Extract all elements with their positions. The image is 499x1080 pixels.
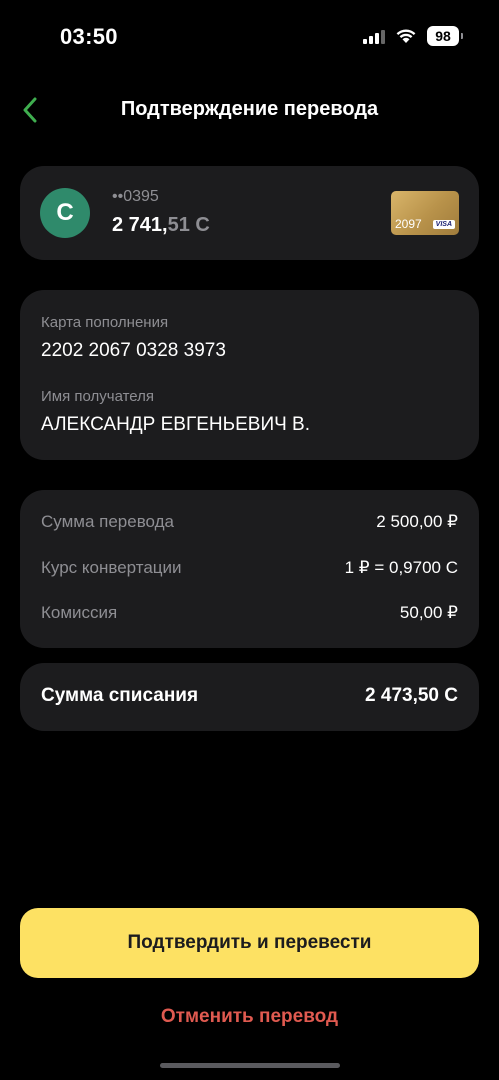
- detail-label: Сумма перевода: [41, 512, 175, 531]
- bank-card-thumbnail: 2097 VISA: [391, 191, 459, 235]
- source-account-card[interactable]: С ••0395 2 741,51 С 2097 VISA: [20, 166, 479, 260]
- status-icons: 98: [363, 26, 463, 46]
- detail-row-commission: Комиссия 50,00 ₽: [41, 603, 458, 623]
- visa-logo: VISA: [432, 220, 455, 229]
- recipient-card-number: 2202 2067 0328 3973: [41, 340, 226, 361]
- page-title: Подтверждение перевода: [120, 98, 379, 120]
- cellular-signal-icon: [363, 28, 385, 44]
- home-indicator: [160, 1063, 340, 1068]
- detail-value: 1 ₽ = 0,9700 С: [344, 558, 458, 577]
- recipient-name-label: Имя получателя: [41, 388, 155, 405]
- detail-value: 50,00 ₽: [399, 603, 458, 622]
- total-debit-card: Сумма списания 2 473,50 С: [20, 663, 479, 731]
- header: Подтверждение перевода: [0, 86, 499, 134]
- account-avatar: С: [40, 188, 90, 238]
- battery-indicator: 98: [427, 26, 463, 46]
- total-label: Сумма списания: [41, 685, 199, 706]
- status-bar: 03:50 98: [0, 0, 499, 74]
- detail-row-rate: Курс конвертации 1 ₽ = 0,9700 С: [41, 558, 458, 578]
- detail-value: 2 500,00 ₽: [376, 512, 458, 531]
- recipient-card: Карта пополнения 2202 2067 0328 3973 Имя…: [20, 290, 479, 460]
- balance-main: 2 741,: [112, 214, 168, 236]
- wifi-icon: [396, 29, 416, 43]
- detail-label: Комиссия: [41, 603, 118, 622]
- card-last-digits: 2097: [395, 217, 422, 231]
- recipient-card-label: Карта пополнения: [41, 314, 169, 331]
- cancel-transfer-button[interactable]: Отменить перевод: [0, 1006, 499, 1028]
- detail-row-amount: Сумма перевода 2 500,00 ₽: [41, 512, 458, 532]
- total-value: 2 473,50 С: [365, 685, 458, 706]
- account-number: ••0395: [112, 188, 159, 205]
- transfer-details-card: Сумма перевода 2 500,00 ₽ Курс конвертац…: [20, 490, 479, 648]
- recipient-name: АЛЕКСАНДР ЕВГЕНЬЕВИЧ В.: [41, 414, 310, 435]
- status-time: 03:50: [60, 24, 118, 49]
- balance-fraction: 51 С: [167, 214, 210, 236]
- total-row: Сумма списания 2 473,50 С: [41, 685, 458, 707]
- detail-label: Курс конвертации: [41, 558, 182, 577]
- confirm-transfer-button[interactable]: Подтвердить и перевести: [20, 908, 479, 978]
- account-balance: 2 741,51 С: [112, 214, 210, 237]
